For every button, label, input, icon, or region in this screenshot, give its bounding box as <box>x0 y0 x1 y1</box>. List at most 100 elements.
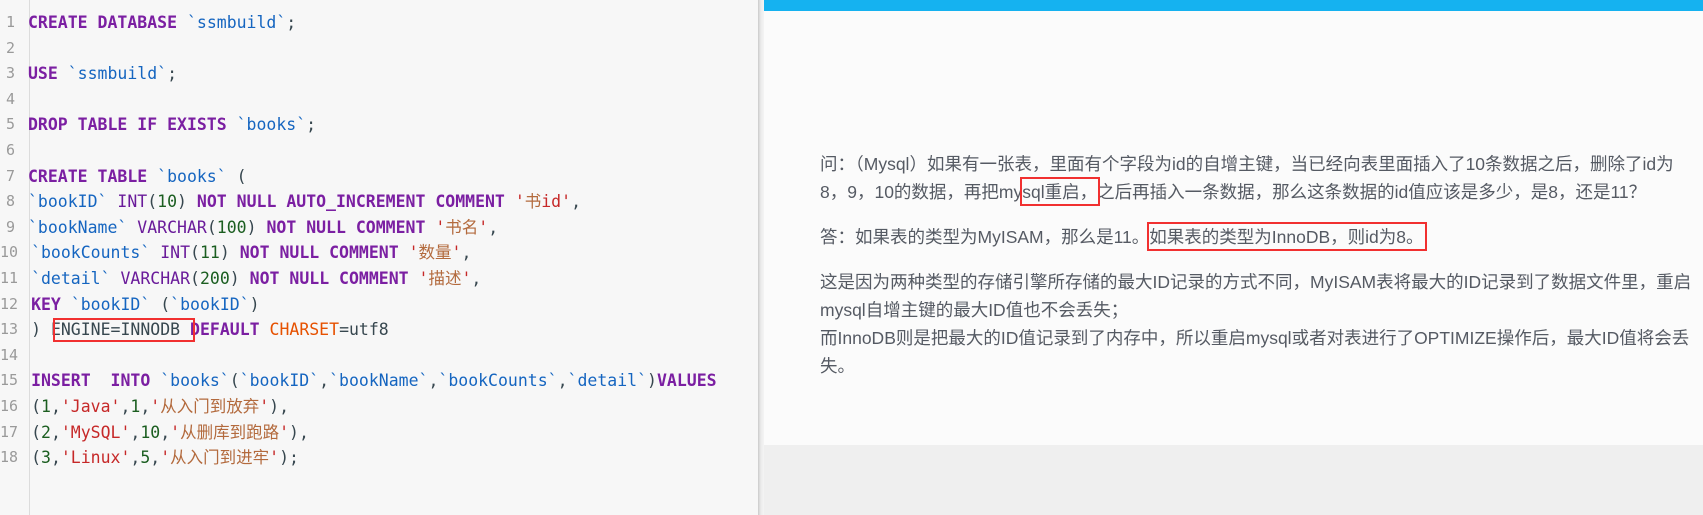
code-token: VARCHAR <box>137 217 207 237</box>
code-token: ), <box>269 396 290 416</box>
code-line[interactable]: 13) ENGINE=INNODB DEFAULT CHARSET=utf8 <box>0 317 758 343</box>
line-number: 17 <box>0 422 19 441</box>
code-line[interactable]: 15 INSERT INTO `books`(`bookID`,`bookName… <box>0 368 758 394</box>
code-token: ( <box>226 166 247 186</box>
code-line[interactable]: 8 `bookID` INT(10) NOT NULL AUTO_INCREMEN… <box>0 189 758 215</box>
code-token: VARCHAR <box>120 268 191 288</box>
line-number: 10 <box>0 243 19 262</box>
code-token: DEFAULT <box>190 320 270 340</box>
line-number: 4 <box>5 89 15 108</box>
code-line-text[interactable]: `bookID` INT(10) NOT NULL AUTO_INCREMENT… <box>22 189 758 215</box>
code-token: id' <box>541 192 572 212</box>
code-line-text[interactable]: (2,'MySQL',10,'从删库到跑路'), <box>25 420 758 446</box>
line-number: 6 <box>5 140 15 159</box>
code-line[interactable]: 16 (1,'Java',1,'从入门到放弃'), <box>0 394 758 420</box>
code-token: , <box>428 371 439 391</box>
question-suffix: 之后再插入一条数据，那么这条数据的id值应该是多少，是8，还是11？ <box>1097 182 1647 202</box>
code-line[interactable]: 1 CREATE DATABASE `ssmbuild`; <box>0 10 758 36</box>
answer-paragraph: 答：如果表的类型为MyISAM，那么是11。如果表的类型为InnoDB，则id为… <box>820 223 1697 251</box>
code-line[interactable]: 7 CREATE TABLE `books` ( <box>0 164 758 190</box>
code-token: `bookID` <box>170 294 250 314</box>
code-line[interactable]: 2 <box>0 36 758 62</box>
code-line-text[interactable]: `bookName` VARCHAR(100) NOT NULL COMMENT… <box>22 215 758 241</box>
code-token: ) <box>246 217 267 237</box>
code-token: `books` <box>236 115 307 135</box>
code-token: ) <box>177 192 197 212</box>
code-token: , <box>120 396 131 416</box>
code-token: 从删库到跑路 <box>180 422 280 442</box>
code-line[interactable]: 18 (3,'Linux',5,'从入门到进牢'); <box>0 445 758 471</box>
code-token: 10 <box>140 422 161 442</box>
code-line-text[interactable]: CREATE DATABASE `ssmbuild`; <box>22 10 758 36</box>
line-number: 14 <box>0 345 19 364</box>
line-number: 1 <box>5 13 15 31</box>
code-token: CHARSET <box>269 320 340 340</box>
code-line[interactable]: 12 KEY `bookID` (`bookID`) <box>0 292 758 318</box>
code-token: ( <box>229 371 240 391</box>
code-token: 'Linux' <box>60 448 131 468</box>
code-token: ) <box>647 371 657 391</box>
code-line[interactable]: 10 `bookCounts` INT(11) NOT NULL COMMENT … <box>0 240 758 266</box>
code-line[interactable]: 4 <box>0 87 758 113</box>
code-line-text[interactable]: ) ENGINE=INNODB DEFAULT CHARSET=utf8 <box>25 317 758 343</box>
code-token: 'Java' <box>60 396 121 416</box>
code-token: ( <box>31 396 41 416</box>
code-token: CREATE TABLE <box>28 166 158 186</box>
code-token: `bookID` <box>28 192 108 212</box>
code-token: NOT NULL COMMENT <box>239 243 409 263</box>
code-token: 11 <box>199 243 220 263</box>
code-token: ; <box>286 13 297 32</box>
panel-background-fill <box>764 445 1703 515</box>
code-line-text[interactable]: `detail` VARCHAR(200) NOT NULL COMMENT '… <box>25 266 758 292</box>
code-token: 2 <box>41 422 51 442</box>
code-line-text[interactable] <box>22 138 758 164</box>
code-lines-container[interactable]: 1 CREATE DATABASE `ssmbuild`; 2 3 USE `ssmbu… <box>0 0 758 471</box>
code-line-text[interactable]: KEY `bookID` (`bookID`) <box>25 292 758 318</box>
code-token: ) <box>229 268 250 288</box>
code-token: ENGINE <box>50 320 111 340</box>
answer-highlight: 如果表的类型为InnoDB，则id为8。 <box>1149 227 1424 247</box>
code-token: ' <box>435 217 446 237</box>
code-token: utf8 <box>349 320 389 340</box>
code-line-text[interactable] <box>22 36 758 62</box>
code-token: , <box>557 371 568 391</box>
code-token: , <box>488 217 499 237</box>
code-line-text[interactable]: (3,'Linux',5,'从入门到进牢'); <box>25 445 758 471</box>
code-line-text[interactable] <box>25 343 758 369</box>
answer-prefix: 答：如果表的类型为MyISAM，那么是11。 <box>820 227 1150 247</box>
sql-code-editor[interactable]: 1 CREATE DATABASE `ssmbuild`; 2 3 USE `ssmbu… <box>0 0 758 515</box>
line-number: 12 <box>0 294 19 313</box>
code-line[interactable]: 9 `bookName` VARCHAR(100) NOT NULL COMMEN… <box>0 215 758 241</box>
code-token: ( <box>190 243 200 263</box>
code-line[interactable]: 3 USE `ssmbuild`; <box>0 61 758 87</box>
top-accent-bar <box>764 0 1703 11</box>
code-line[interactable]: 17 (2,'MySQL',10,'从删库到跑路'), <box>0 420 758 446</box>
line-number: 2 <box>5 38 15 57</box>
code-token: 书 <box>524 192 542 212</box>
code-token: `bookName` <box>28 217 128 237</box>
code-token: ( <box>31 448 41 468</box>
code-line-text[interactable]: (1,'Java',1,'从入门到放弃'), <box>25 394 758 420</box>
code-line-text[interactable]: INSERT INTO `books`(`bookID`,`bookName`,… <box>25 368 758 394</box>
code-line-text[interactable]: DROP TABLE IF EXISTS `books`; <box>22 112 758 138</box>
code-token: , <box>50 396 61 416</box>
code-line-text[interactable]: CREATE TABLE `books` ( <box>22 164 758 190</box>
code-token: , <box>461 243 472 263</box>
line-number: 3 <box>5 64 15 83</box>
code-line[interactable]: 6 <box>0 138 758 164</box>
code-token: 10 <box>157 192 178 212</box>
code-token: ( <box>31 422 41 442</box>
code-line[interactable]: 14 <box>0 343 758 369</box>
code-line[interactable]: 11 `detail` VARCHAR(200) NOT NULL COMMENT… <box>0 266 758 292</box>
line-number: 7 <box>5 166 15 185</box>
code-token: , <box>130 448 141 468</box>
code-line-text[interactable]: USE `ssmbuild`; <box>22 61 758 87</box>
code-token: 1 <box>41 396 51 416</box>
code-line[interactable]: 5 DROP TABLE IF EXISTS `books`; <box>0 112 758 138</box>
code-line-text[interactable]: `bookCounts` INT(11) NOT NULL COMMENT '数… <box>25 240 758 266</box>
explanation-line-1: 这是因为两种类型的存储引擎所存储的最大ID记录的方式不同，MyISAM表将最大的… <box>820 272 1692 320</box>
code-line-text[interactable] <box>22 87 758 113</box>
